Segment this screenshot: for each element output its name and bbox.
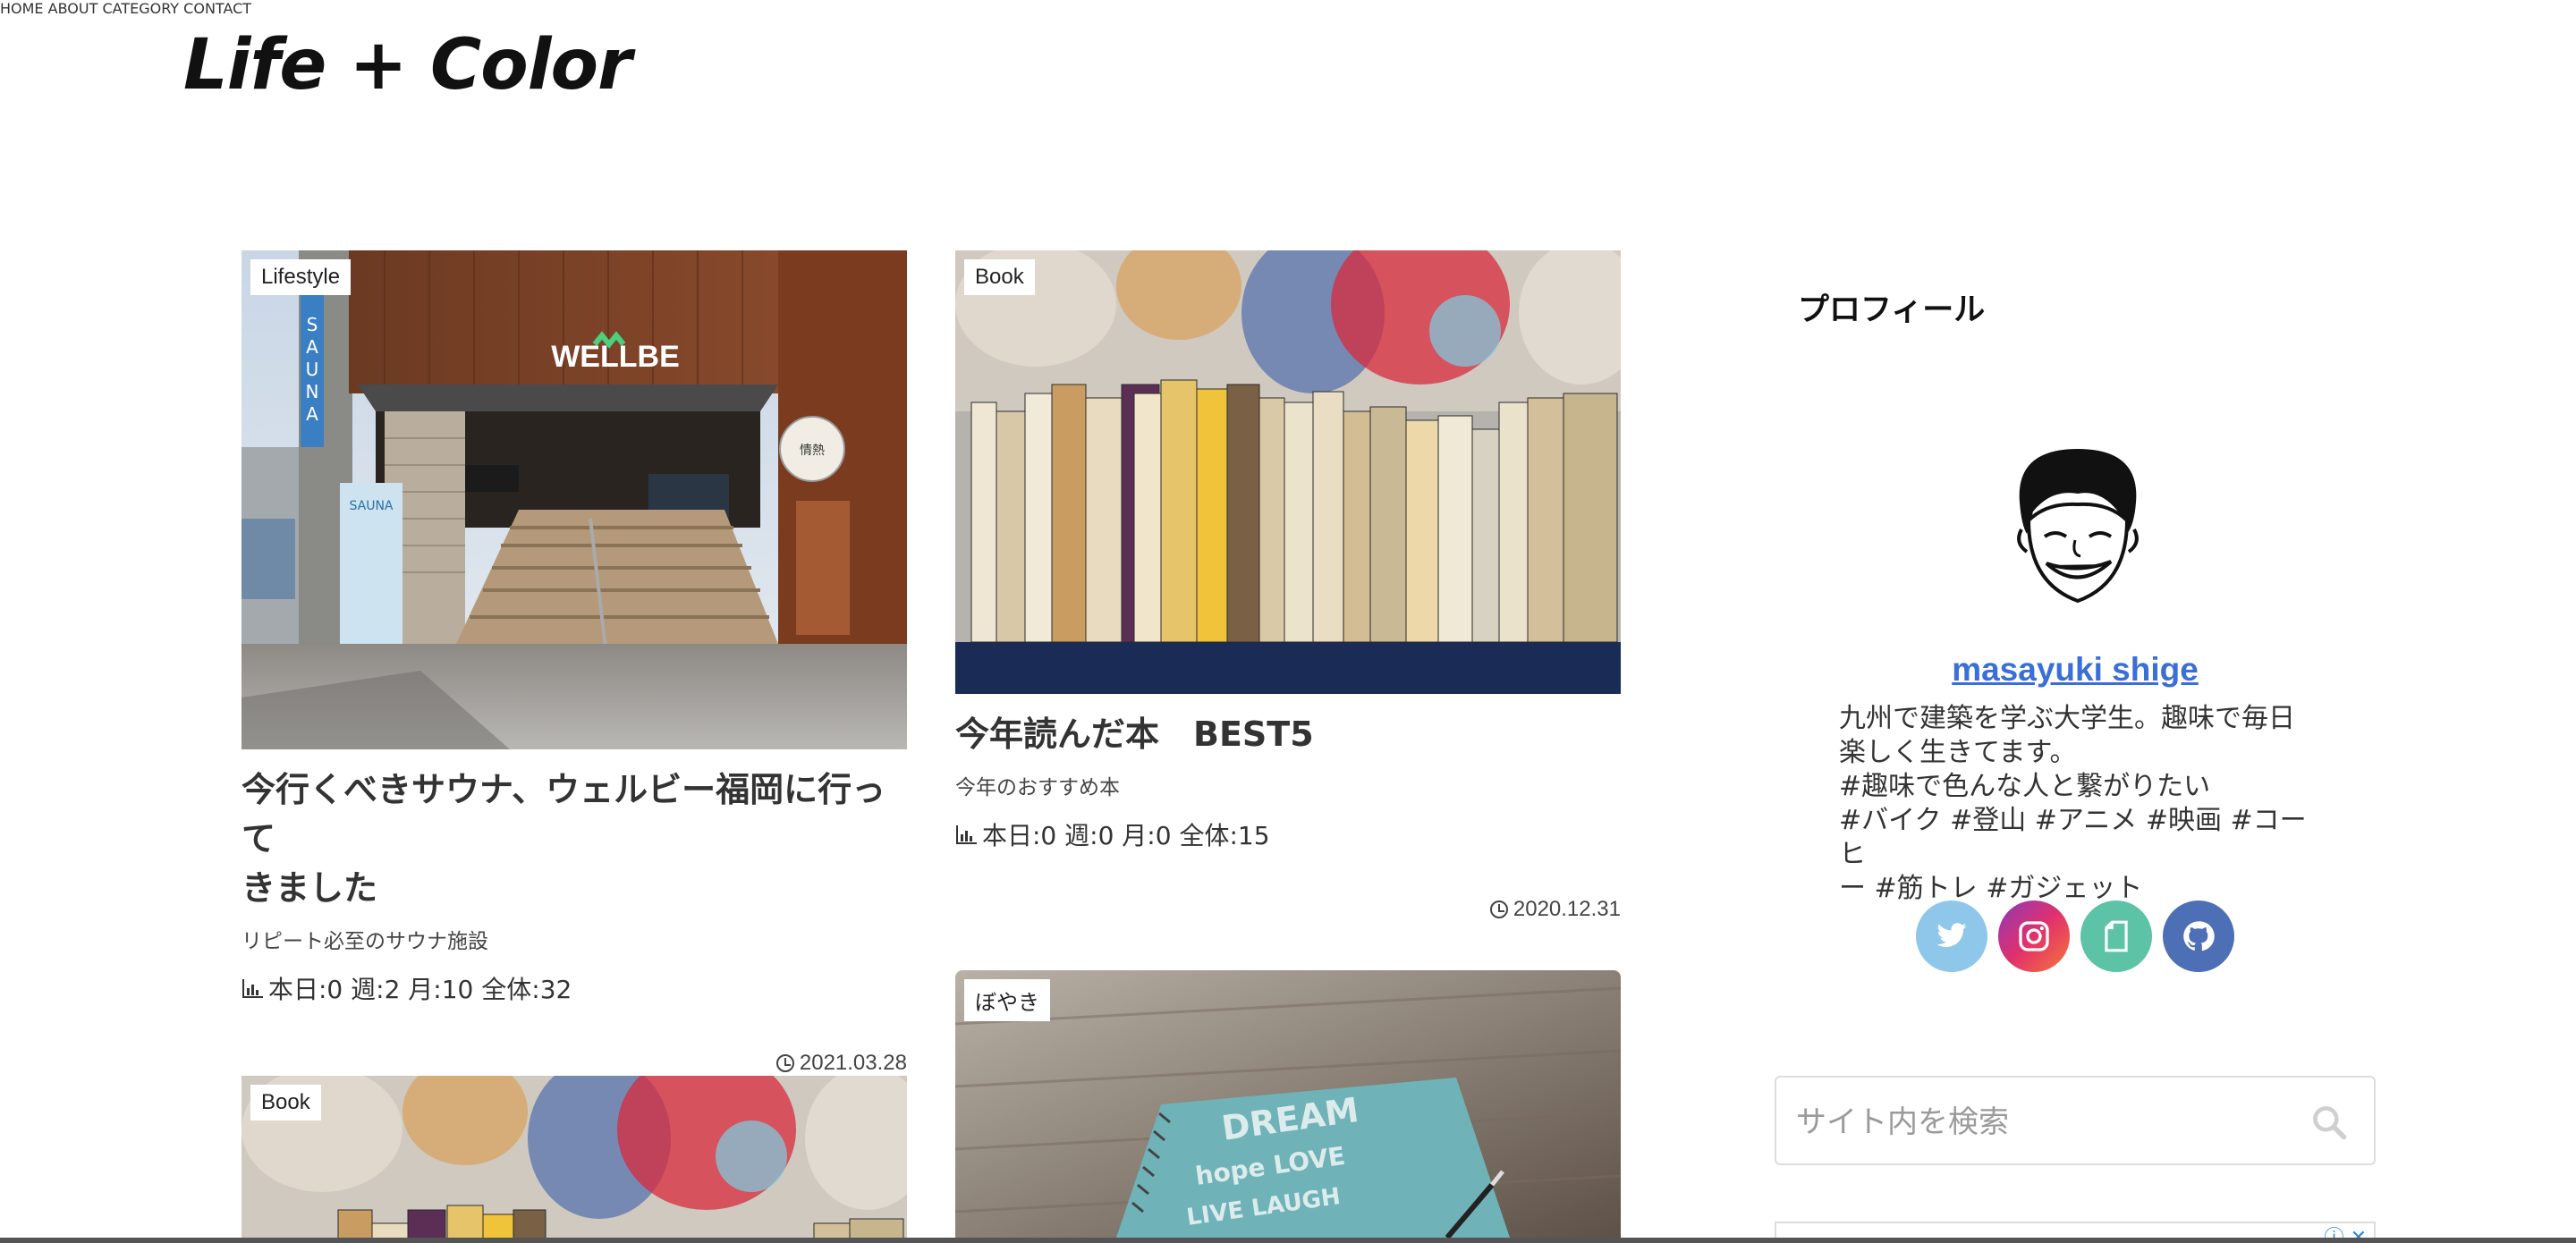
wellbe-sign: WELLBE [551,340,680,374]
profile-name-link[interactable]: masayuki shige [1798,651,2352,689]
post-card[interactable]: Book [242,1076,907,1238]
site-search-box [1775,1076,2376,1165]
twitter-icon [1936,923,1967,947]
post-card[interactable]: S A U N A WELLBE SAUNA 情熱 Lifestyle 今行くべ… [242,250,907,1076]
post-thumbnail[interactable]: Book [955,250,1621,694]
svg-text:A: A [306,403,318,425]
nav-about[interactable]: ABOUT [48,0,98,17]
search-icon[interactable] [2309,1103,2349,1142]
profile-avatar[interactable] [2002,440,2154,610]
category-label[interactable]: Book [964,259,1035,295]
post-thumbnail[interactable]: Book [242,1076,907,1238]
category-label[interactable]: Book [250,1085,321,1120]
profile-widget-title: プロフィール [1798,292,1986,328]
books-photo [242,1076,907,1238]
clock-icon [775,1054,794,1072]
search-input[interactable] [1796,1100,2297,1145]
post-card[interactable]: DREAM hope LOVE LIVE LAUGH ぼやき [955,970,1621,1238]
books-photo [955,250,1621,694]
post-thumbnail[interactable]: DREAM hope LOVE LIVE LAUGH ぼやき [955,970,1621,1238]
github-button[interactable] [2163,901,2234,972]
post-excerpt: 今年のおすすめ本 [955,776,1120,799]
profile-bio: 九州で建築を学ぶ大学生。趣味で毎日 楽しく生きてます。 #趣味で色んな人と繋がり… [1839,703,2307,904]
note-icon [2105,920,2128,952]
svg-text:情熱: 情熱 [800,444,825,458]
github-icon [2183,921,2215,951]
twitter-button[interactable] [1916,901,1987,972]
post-card[interactable]: Book 今年読んだ本 BEST5 今年のおすすめ本 本日:0 週:0 月:0 … [955,250,1621,922]
site-logo[interactable]: Life + Color [183,25,632,106]
nav-category[interactable]: CATEGORY [102,0,179,17]
svg-text:U: U [306,359,319,380]
main-nav: HOME ABOUT CATEGORY CONTACT [0,0,2576,17]
post-title[interactable]: 今年読んだ本 BEST5 [955,710,1621,759]
pageview-counter: 本日:0 週:0 月:0 全体:15 [955,816,1621,852]
category-label[interactable]: ぼやき [964,979,1050,1021]
note-button[interactable] [2080,901,2152,972]
svg-text:N: N [306,381,319,402]
window-bottom-edge [0,1238,2576,1243]
post-title[interactable]: 今行くべきサウナ、ウェルビー福岡に行って きました [242,765,907,913]
svg-text:A: A [306,336,318,358]
sauna-poster: SAUNA [349,499,393,513]
post-excerpt: リピート必至のサウナ施設 [242,930,488,953]
notebook-photo: DREAM hope LOVE LIVE LAUGH [955,970,1621,1238]
post-date: 2021.03.28 [242,1051,907,1076]
post-thumbnail[interactable]: S A U N A WELLBE SAUNA 情熱 Lifestyle [242,250,907,749]
nav-home[interactable]: HOME [0,0,44,17]
sauna-vertical-sign: S [307,314,318,335]
instagram-button[interactable] [1998,901,2070,972]
bar-chart-icon [242,979,263,998]
clock-icon [1489,901,1508,918]
category-label[interactable]: Lifestyle [250,259,352,295]
sauna-photo: S A U N A WELLBE SAUNA 情熱 [242,250,907,749]
post-date: 2020.12.31 [955,897,1621,922]
bar-chart-icon [956,825,977,844]
instagram-icon [2019,921,2049,951]
pageview-counter: 本日:0 週:2 月:10 全体:32 [242,970,907,1006]
nav-contact[interactable]: CONTACT [183,0,251,17]
